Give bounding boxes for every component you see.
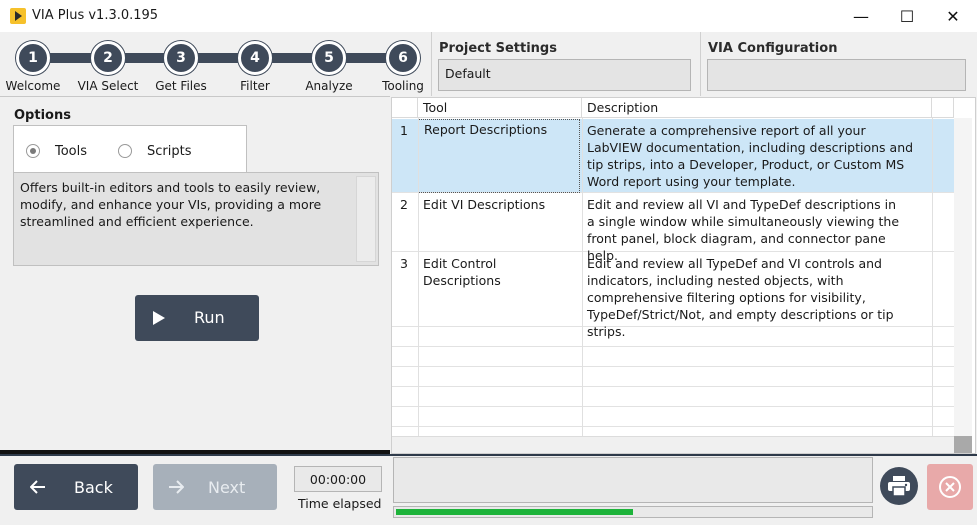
run-button[interactable]: Run: [135, 295, 259, 341]
table-row[interactable]: 1 Report Descriptions Generate a compreh…: [392, 119, 954, 193]
scripts-radio-label[interactable]: Scripts: [147, 144, 191, 159]
via-configuration-title: VIA Configuration: [708, 41, 838, 56]
option-description: Offers built-in editors and tools to eas…: [13, 172, 379, 266]
empty-row: [392, 327, 954, 347]
step-3-label: Get Files: [155, 79, 207, 93]
next-button[interactable]: Next: [153, 464, 277, 510]
options-title: Options: [14, 108, 71, 123]
project-settings-title: Project Settings: [439, 41, 557, 56]
scrollbar-corner: [954, 436, 972, 453]
close-app-button[interactable]: [927, 464, 973, 510]
description-scrollbar[interactable]: [356, 176, 376, 262]
close-circle-icon: [939, 476, 961, 498]
scripts-radio[interactable]: [118, 144, 132, 158]
window-title: VIA Plus v1.3.0.195: [32, 8, 159, 23]
progress-bar-fill: [396, 509, 633, 515]
step-3-node[interactable]: 3: [164, 41, 198, 75]
run-button-label: Run: [194, 308, 225, 327]
table-header-extra: [932, 98, 954, 118]
print-button[interactable]: [880, 467, 918, 505]
next-button-label: Next: [208, 478, 246, 497]
printer-icon: [888, 476, 910, 496]
close-window-button[interactable]: ✕: [930, 0, 976, 32]
row-tool-name[interactable]: Report Descriptions: [418, 119, 580, 193]
table-header-tool[interactable]: Tool: [418, 98, 582, 118]
tools-radio[interactable]: [26, 144, 40, 158]
empty-row: [392, 407, 954, 427]
step-1-label: Welcome: [5, 79, 61, 93]
step-5-label: Analyze: [305, 79, 353, 93]
column-divider: [932, 118, 933, 436]
row-index: 2: [400, 197, 408, 212]
empty-row: [392, 387, 954, 407]
column-divider: [418, 118, 419, 436]
app-logo-icon: [10, 8, 26, 24]
stepper-track: [33, 53, 405, 63]
table-vertical-scrollbar[interactable]: [954, 118, 972, 436]
table-row[interactable]: 2 Edit VI Descriptions Edit and review a…: [392, 193, 954, 263]
empty-row: [392, 347, 954, 367]
time-elapsed-label: Time elapsed: [298, 496, 382, 511]
play-icon: [153, 311, 165, 325]
row-index: 3: [400, 256, 408, 271]
back-button[interactable]: Back: [14, 464, 138, 510]
status-message-box: [393, 457, 873, 503]
step-4-label: Filter: [240, 79, 270, 93]
project-settings-field[interactable]: Default: [438, 59, 691, 91]
step-5-node[interactable]: 5: [312, 41, 346, 75]
back-button-label: Back: [74, 478, 113, 497]
row-tool-name[interactable]: Edit Control Descriptions: [418, 254, 578, 290]
table-row[interactable]: 3 Edit Control Descriptions Edit and rev…: [392, 252, 954, 339]
step-1-node[interactable]: 1: [16, 41, 50, 75]
minimize-button[interactable]: —: [838, 0, 884, 32]
table-header-index: [392, 98, 418, 118]
table-header-description[interactable]: Description: [582, 98, 932, 118]
arrow-right-icon: [169, 480, 184, 494]
tools-radio-label[interactable]: Tools: [55, 144, 87, 159]
maximize-button[interactable]: ☐: [884, 0, 930, 32]
empty-row: [392, 367, 954, 387]
row-index: 1: [400, 123, 408, 138]
row-description: Generate a comprehensive report of all y…: [587, 123, 914, 189]
table-horizontal-scrollbar[interactable]: [392, 436, 954, 453]
option-description-text: Offers built-in editors and tools to eas…: [20, 180, 322, 229]
step-2-label: VIA Select: [77, 79, 139, 93]
time-elapsed-value: 00:00:00: [294, 466, 382, 492]
via-configuration-field[interactable]: [707, 59, 966, 91]
step-6-node[interactable]: 6: [386, 41, 420, 75]
step-2-node[interactable]: 2: [91, 41, 125, 75]
step-4-node[interactable]: 4: [238, 41, 272, 75]
column-divider: [582, 118, 583, 436]
row-tool-name[interactable]: Edit VI Descriptions: [418, 195, 578, 214]
arrow-left-icon: [30, 480, 45, 494]
